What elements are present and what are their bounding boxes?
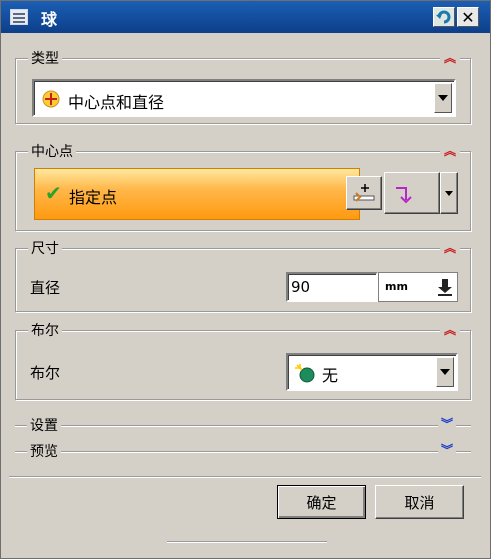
- type-group-title: 类型: [28, 48, 62, 68]
- no-boolean-icon: [295, 364, 315, 383]
- unit-label: mm: [385, 280, 408, 293]
- specify-point-selector[interactable]: ✔ 指定点: [34, 168, 360, 220]
- diameter-input[interactable]: 90: [286, 272, 378, 302]
- center-diameter-icon: [42, 90, 60, 108]
- boolean-dropdown[interactable]: 无: [286, 353, 458, 391]
- expand-chevron-icon: ︾: [441, 417, 454, 431]
- preview-section: [15, 451, 471, 453]
- inferred-point-icon: [396, 187, 412, 204]
- cancel-button[interactable]: 取消: [375, 485, 464, 519]
- check-icon: ✔: [45, 181, 62, 205]
- boolean-dropdown-value: 无: [322, 366, 339, 385]
- center-collapse-button[interactable]: ︽: [440, 143, 460, 159]
- settings-expand-button[interactable]: ︾: [438, 416, 457, 432]
- dimensions-group: 尺寸 ︽ 直径 90 mm: [15, 238, 471, 312]
- collapse-chevron-icon: ︽: [443, 144, 456, 158]
- window-title: 球: [41, 10, 58, 29]
- type-dropdown-arrow[interactable]: [434, 83, 452, 113]
- reset-button[interactable]: [433, 7, 455, 27]
- collapse-chevron-icon: ︽: [443, 241, 456, 255]
- resize-grip[interactable]: [167, 541, 327, 543]
- type-group: 类型 ︽ 中心点和直径: [15, 48, 471, 124]
- system-menu-icon[interactable]: [10, 9, 28, 25]
- button-separator: [9, 476, 481, 478]
- preview-section-title[interactable]: 预览: [27, 441, 61, 461]
- ok-button[interactable]: 确定: [277, 485, 366, 519]
- dropdown-arrow-icon: [445, 190, 453, 196]
- center-point-group: 中心点 ︽ ✔ 指定点: [15, 141, 471, 231]
- settings-section-title[interactable]: 设置: [27, 415, 61, 435]
- unit-selector[interactable]: mm: [378, 272, 458, 302]
- reset-icon: [436, 10, 451, 24]
- specify-point-label: 指定点: [69, 188, 118, 207]
- boolean-collapse-button[interactable]: ︽: [440, 322, 460, 338]
- expand-chevron-icon: ︾: [441, 443, 454, 457]
- cancel-button-label: 取消: [404, 493, 435, 512]
- type-dropdown[interactable]: 中心点和直径: [32, 79, 456, 117]
- ok-button-label: 确定: [306, 493, 337, 512]
- point-dialog-button[interactable]: [346, 176, 382, 210]
- boolean-group: 布尔 ︽ 布尔 无: [15, 320, 471, 400]
- boolean-group-title: 布尔: [28, 320, 62, 340]
- close-button[interactable]: ✕: [457, 7, 479, 27]
- boolean-label: 布尔: [30, 364, 61, 382]
- point-constructor-icon: [353, 184, 375, 202]
- boolean-dropdown-arrow[interactable]: [436, 357, 454, 387]
- inferred-point-button[interactable]: [384, 172, 440, 214]
- diameter-label: 直径: [30, 279, 61, 297]
- collapse-chevron-icon: ︽: [443, 51, 456, 65]
- center-group-title: 中心点: [28, 141, 76, 161]
- point-type-dropdown-arrow[interactable]: [440, 172, 458, 214]
- diameter-value: 90: [291, 278, 311, 296]
- type-dropdown-value: 中心点和直径: [68, 93, 165, 112]
- preview-expand-button[interactable]: ︾: [438, 442, 457, 458]
- close-icon: ✕: [461, 7, 475, 27]
- dimensions-collapse-button[interactable]: ︽: [440, 240, 460, 256]
- settings-section: [15, 425, 471, 427]
- collapse-chevron-icon: ︽: [443, 323, 456, 337]
- type-collapse-button[interactable]: ︽: [440, 50, 460, 66]
- dimensions-group-title: 尺寸: [28, 238, 62, 258]
- sphere-dialog: 球 ✕ 类型 ︽ 中心点和直径 中心点 ︽ ✔ 指定点 尺寸 ︽ 直径 90 m…: [0, 0, 491, 559]
- unit-menu-icon: [438, 279, 452, 296]
- title-bar: 球 ✕: [1, 1, 490, 33]
